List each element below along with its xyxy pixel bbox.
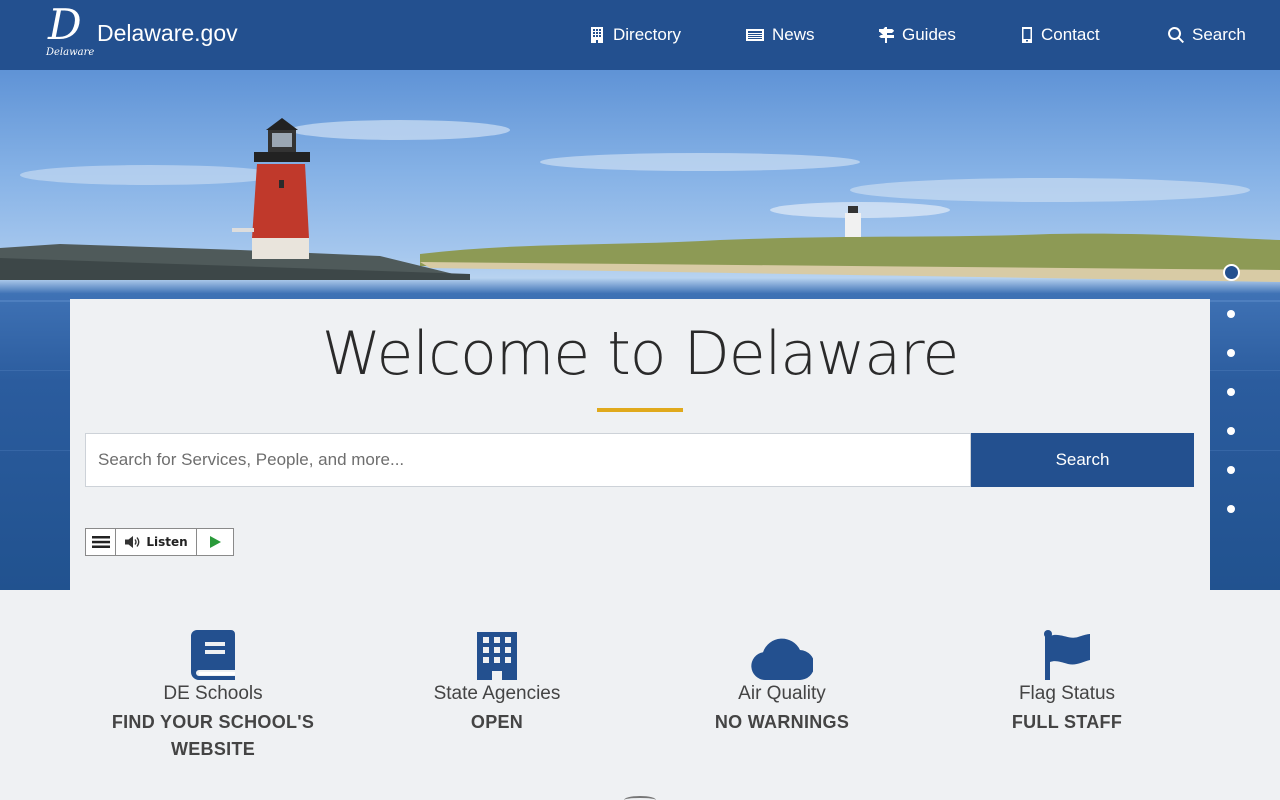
tile-flag-status[interactable]: Flag Status FULL STAFF bbox=[937, 628, 1197, 736]
carousel-dot-3[interactable] bbox=[1227, 349, 1235, 357]
book-icon bbox=[191, 630, 235, 680]
carousel-dot-5[interactable] bbox=[1227, 427, 1235, 435]
nav-contact[interactable]: Contact bbox=[1021, 0, 1100, 70]
tile-air-quality-value: NO WARNINGS bbox=[714, 712, 850, 732]
nav-contact-label: Contact bbox=[1041, 25, 1100, 44]
listen-button[interactable]: Listen bbox=[116, 529, 197, 555]
scroll-indicator bbox=[624, 796, 656, 800]
site-header: D Delaware Delaware.gov Directory News G… bbox=[0, 0, 1280, 70]
cloud-icon bbox=[751, 638, 813, 680]
tile-flag-status-title: Flag Status bbox=[1018, 683, 1116, 704]
speaker-icon bbox=[125, 536, 140, 548]
nav-search[interactable]: Search bbox=[1168, 0, 1246, 70]
carousel-dot-4[interactable] bbox=[1227, 388, 1235, 396]
listen-menu-button[interactable] bbox=[86, 529, 116, 555]
logo-subtext: Delaware bbox=[46, 47, 95, 58]
tile-state-agencies[interactable]: State Agencies OPEN bbox=[367, 628, 627, 736]
nav-news[interactable]: News bbox=[746, 0, 815, 70]
page-title: Welcome to Delaware bbox=[321, 319, 960, 389]
tile-air-quality[interactable]: Air Quality NO WARNINGS bbox=[652, 628, 912, 736]
listen-play-button[interactable] bbox=[197, 529, 233, 555]
nav-news-label: News bbox=[772, 25, 815, 44]
carousel-dot-7[interactable] bbox=[1227, 505, 1235, 513]
carousel-dot-6[interactable] bbox=[1227, 466, 1235, 474]
tile-state-agencies-value: OPEN bbox=[470, 712, 524, 732]
tile-flag-status-value: FULL STAFF bbox=[1011, 712, 1123, 732]
menu-icon bbox=[91, 536, 110, 548]
nav-directory[interactable]: Directory bbox=[589, 0, 681, 70]
building-icon bbox=[591, 27, 603, 43]
delaware-logo[interactable]: D Delaware bbox=[46, 4, 95, 60]
logo-mark: D bbox=[48, 0, 82, 49]
play-icon bbox=[209, 536, 221, 548]
site-name-link[interactable]: Delaware.gov bbox=[97, 20, 238, 47]
tile-state-agencies-title: State Agencies bbox=[433, 683, 561, 704]
search-icon bbox=[1168, 27, 1184, 43]
carousel-dot-1[interactable] bbox=[1223, 264, 1240, 281]
signpost-icon bbox=[879, 27, 894, 43]
mobile-phone-icon bbox=[1022, 27, 1032, 43]
nav-guides[interactable]: Guides bbox=[878, 0, 956, 70]
nav-directory-label: Directory bbox=[613, 25, 682, 44]
nav-search-label: Search bbox=[1192, 25, 1246, 44]
welcome-panel: Welcome to Delaware Search Listen bbox=[70, 299, 1210, 590]
search-input[interactable] bbox=[85, 433, 971, 487]
building-icon bbox=[477, 632, 517, 680]
tile-air-quality-title: Air Quality bbox=[738, 683, 826, 704]
nav-guides-label: Guides bbox=[902, 25, 956, 44]
readspeaker-listen-widget: Listen bbox=[85, 528, 234, 556]
listen-label: Listen bbox=[146, 535, 188, 549]
flag-icon bbox=[1044, 630, 1090, 680]
newspaper-icon bbox=[746, 29, 764, 41]
tile-de-schools[interactable]: DE Schools FIND YOUR SCHOOL'S WEBSITE bbox=[83, 628, 343, 763]
tile-de-schools-title: DE Schools bbox=[163, 683, 263, 704]
search-button[interactable]: Search bbox=[971, 433, 1194, 487]
tile-de-schools-value: FIND YOUR SCHOOL'S WEBSITE bbox=[111, 712, 315, 759]
title-accent-bar bbox=[597, 408, 683, 412]
carousel-dot-2[interactable] bbox=[1227, 310, 1235, 318]
